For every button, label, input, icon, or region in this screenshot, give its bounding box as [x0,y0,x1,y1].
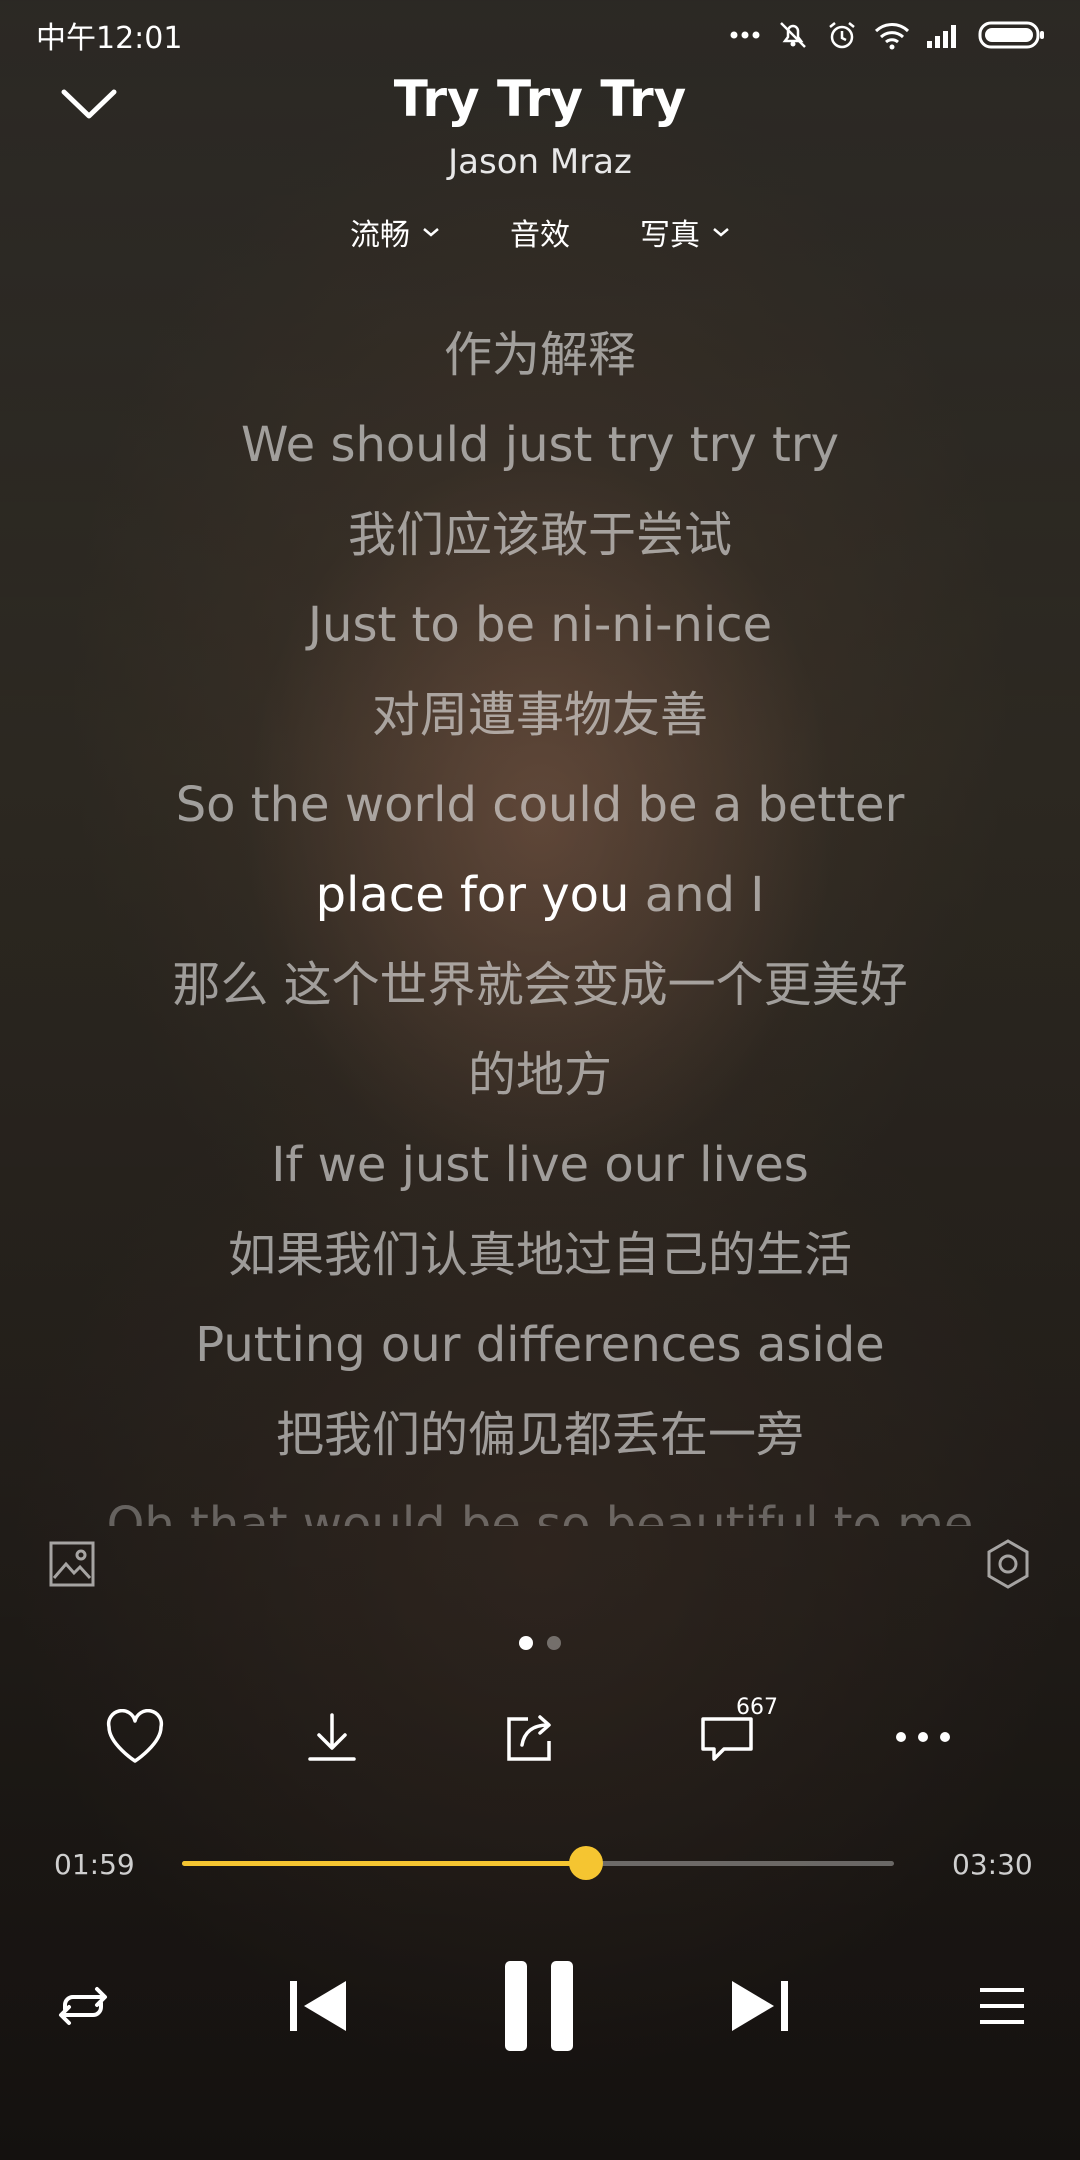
more-icon [896,1732,950,1742]
share-button[interactable] [495,1705,565,1769]
page-dot [547,1636,561,1650]
battery-icon [978,20,1046,50]
lyric-line: 的地方 [467,1047,612,1103]
download-icon [308,1713,356,1761]
comment-button[interactable]: 667 [692,1695,778,1769]
playlist-icon [980,1988,1024,2024]
repeat-mode-button[interactable] [48,1976,118,2036]
heart-icon [106,1709,164,1763]
lyric-line: 如果我们认真地过自己的生活 [227,1227,852,1283]
lyric-line: 对周遭事物友善 [371,687,708,743]
hexagon-settings-icon [987,1539,1029,1589]
lyric-sung-part: place for you [315,867,630,923]
chevron-down-icon [713,228,729,237]
settings-button[interactable] [984,1538,1032,1590]
lyric-line: If we just live our lives [271,1137,809,1193]
photo-label: 写真 [640,218,700,253]
lyric-line: Just to be ni-ni-nice [307,597,773,653]
artwork-button[interactable] [48,1540,96,1588]
quality-label: 流畅 [350,218,410,253]
like-button[interactable] [100,1705,170,1769]
next-button[interactable] [724,1970,796,2042]
total-time: 03:30 [952,1848,1033,1881]
pause-icon [505,1961,573,2051]
lyric-line: Oh that would be so beautiful to me [106,1497,974,1526]
page-indicator [0,1636,1080,1650]
elapsed-time: 01:59 [54,1848,135,1881]
skip-previous-icon [290,1981,346,2031]
photo-option[interactable]: 写真 [640,210,730,254]
sound-effect-option[interactable]: 音效 [510,210,570,254]
progress-bar[interactable] [182,1846,894,1880]
lyric-line-active: place for you and I [40,850,1040,940]
lyric-line: So the world could be a better [175,777,905,833]
repeat-icon [59,1987,107,2025]
more-dots-icon [730,31,760,39]
lyric-line: 作为解释 [443,327,636,383]
lyric-line: 把我们的偏见都丢在一旁 [275,1407,804,1463]
image-icon [49,1541,95,1587]
quality-option[interactable]: 流畅 [350,210,440,254]
lyric-line: 那么 这个世界就会变成一个更美好 [172,957,908,1013]
status-time: 中午12:01 [36,21,183,56]
more-button[interactable] [888,1705,958,1769]
comment-count-badge: 667 [736,1695,778,1720]
song-title: Try Try Try [393,70,687,128]
lyric-line: We should just try try try [241,417,839,473]
previous-button[interactable] [282,1970,354,2042]
sound-effect-label: 音效 [510,218,570,253]
status-icons [730,19,1046,51]
skip-next-icon [732,1981,788,2031]
lyrics-panel[interactable]: 作为解释 We should just try try try 我们应该敢于尝试… [40,310,1040,1526]
playback-controls [0,1950,1080,2060]
status-bar: 中午12:01 [0,0,1080,70]
lyric-line: Putting our differences aside [195,1317,885,1373]
lyric-line: 我们应该敢于尝试 [347,507,732,563]
share-icon [507,1715,551,1761]
pause-button[interactable] [494,1956,584,2056]
signal-icon [926,21,962,49]
action-bar: 667 [0,1695,1080,1769]
playlist-button[interactable] [972,1976,1032,2036]
chevron-down-icon [423,228,439,237]
alarm-icon [826,19,858,51]
mute-vibrate-icon [776,19,810,51]
progress-fill [182,1861,586,1866]
artist-name[interactable]: Jason Mraz [0,142,1080,182]
playback-options: 流畅 音效 写真 [0,210,1080,254]
lyric-unsung-part: and I [629,867,765,923]
progress-thumb[interactable] [568,1846,603,1880]
wifi-icon [874,20,910,50]
download-button[interactable] [297,1705,367,1769]
page-dot-active [519,1636,533,1650]
